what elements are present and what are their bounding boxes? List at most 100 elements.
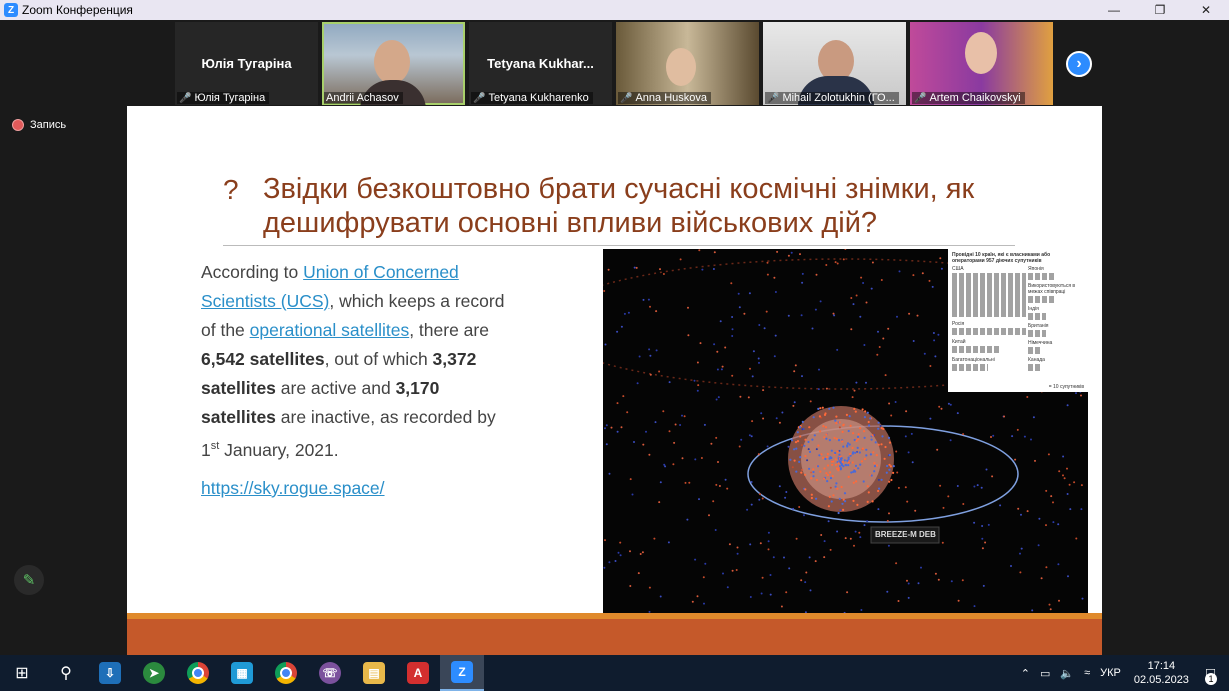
inset-country: Росія <box>952 321 965 327</box>
pencil-icon[interactable]: ✎ <box>14 565 44 595</box>
wifi-icon[interactable]: ≈ <box>1084 667 1090 679</box>
inset-country: Індія <box>1028 306 1039 312</box>
satellite-icons <box>952 364 988 371</box>
viber-icon[interactable]: ☏ <box>308 655 352 691</box>
close-button[interactable]: ✕ <box>1183 0 1229 20</box>
inset-header: Провідні 10 країн, які є власниками або … <box>952 252 1051 264</box>
satellite-icons <box>1028 273 1056 280</box>
inset-country: Канада <box>1028 357 1045 363</box>
participant-tile[interactable]: Юлія Тугаріна 🎤 Юлія Тугаріна <box>175 22 318 105</box>
participant-video <box>374 40 410 84</box>
chrome-profile-icon[interactable] <box>264 655 308 691</box>
clock-time: 17:14 <box>1147 660 1176 672</box>
slide-footer-bar <box>127 619 1102 655</box>
mic-muted-icon: 🎤 <box>767 92 780 104</box>
language-indicator[interactable]: УКР <box>1100 667 1121 679</box>
green-app-icon[interactable]: ➤ <box>132 655 176 691</box>
search-icon[interactable]: ⚲ <box>44 655 88 691</box>
minimize-button[interactable]: — <box>1091 0 1137 20</box>
windows-taskbar: ⊞ ⚲ ⇩ ➤ ▦ ☏ ▤ A Z ⌃ ▭ 🔈 ≈ УКР 17:14 02.0… <box>0 655 1229 691</box>
inset-country: Японія <box>1028 266 1044 272</box>
battery-icon[interactable]: ▭ <box>1040 667 1050 680</box>
body-text: , out of which <box>324 349 433 369</box>
participant-tile-active[interactable]: Andrii Achasov <box>322 22 465 105</box>
participant-name: Anna Huskova <box>635 92 707 104</box>
inset-right-column: Японія Використовуються в межах співпрац… <box>1028 266 1086 371</box>
satellite-icons <box>1028 296 1054 303</box>
body-text: are active and <box>275 378 396 398</box>
slide-body-text: According to Union of Concerned Scientis… <box>201 258 511 465</box>
participant-tile[interactable]: 🎤 Anna Huskova <box>616 22 759 105</box>
windows-start-icon[interactable]: ⊞ <box>0 655 44 691</box>
speaker-icon[interactable]: 🔈 <box>1060 667 1074 680</box>
notification-icon[interactable]: □1 <box>1205 665 1217 685</box>
inset-country: Китай <box>952 339 966 345</box>
mic-muted-icon: 🎤 <box>473 92 486 104</box>
question-mark: ? <box>223 174 239 205</box>
slide-title: Звідки безкоштовно брати сучасні космічн… <box>263 173 975 239</box>
inset-country: Німеччина <box>1028 340 1053 346</box>
window-controls: — ❐ ✕ <box>1091 0 1229 20</box>
satellite-countries-inset: Провідні 10 країн, які є власниками або … <box>948 249 1088 392</box>
chevron-up-icon[interactable]: ⌃ <box>1021 667 1030 680</box>
participant-video <box>965 32 997 74</box>
download-app-icon[interactable]: ⇩ <box>88 655 132 691</box>
participant-label: 🎤 Mihail Zolotukhin (ГО... <box>765 92 899 104</box>
inset-country: Використовуються в межах співпраці <box>1028 283 1076 295</box>
recording-indicator[interactable]: Запись <box>12 119 66 131</box>
total-satellites: 6,542 satellites <box>201 349 325 369</box>
participant-label: 🎤 Anna Huskova <box>618 92 711 104</box>
satellite-icons <box>952 273 1026 317</box>
satellite-icons <box>1028 330 1046 337</box>
participant-name: Юлія Тугаріна <box>194 92 266 104</box>
participant-name: Andrii Achasov <box>326 92 399 104</box>
inset-country: Британія <box>1028 323 1049 329</box>
participant-tile[interactable]: Tetyana Kukhar... 🎤 Tetyana Kukharenko <box>469 22 612 105</box>
body-text: According to <box>201 262 304 282</box>
participant-tile[interactable]: 🎤 Mihail Zolotukhin (ГО... <box>763 22 906 105</box>
zoom-icon: Z <box>4 3 18 17</box>
zoom-taskbar-icon[interactable]: Z <box>440 655 484 691</box>
participant-video <box>666 48 696 86</box>
shared-screen-slide: ? Звідки безкоштовно брати сучасні космі… <box>127 106 1102 655</box>
mic-muted-icon: 🎤 <box>179 92 192 104</box>
file-explorer-icon[interactable]: ▤ <box>352 655 396 691</box>
inset-left-column: США Росія Китай Багатонаціональні <box>952 266 1026 371</box>
inset-legend: = 10 супутників <box>1048 384 1084 390</box>
participant-name: Tetyana Kukharenko <box>488 92 589 104</box>
chrome-icon[interactable] <box>176 655 220 691</box>
operational-satellites-link[interactable]: operational satellites <box>250 320 410 340</box>
inset-country: Багатонаціональні <box>952 357 995 363</box>
participant-gallery: Юлія Тугаріна 🎤 Юлія Тугаріна Andrii Acha… <box>0 20 1229 106</box>
mic-muted-icon: 🎤 <box>620 92 633 104</box>
participant-label: 🎤 Tetyana Kukharenko <box>471 92 593 104</box>
system-tray: ⌃ ▭ 🔈 ≈ УКР 17:14 02.05.2023 □1 <box>1016 655 1229 691</box>
inset-country: США <box>952 266 964 272</box>
participant-big-name: Юлія Тугаріна <box>201 56 292 71</box>
satellite-icons <box>1028 313 1046 320</box>
clock-date: 02.05.2023 <box>1133 674 1189 686</box>
recording-label: Запись <box>30 119 67 131</box>
acrobat-icon[interactable]: A <box>396 655 440 691</box>
satellite-icons <box>952 346 1000 353</box>
participant-tile[interactable]: 🎤 Artem Chaikovskyi <box>910 22 1053 105</box>
title-bar: Z Zoom Конференция — ❐ ✕ <box>0 0 1229 20</box>
store-icon[interactable]: ▦ <box>220 655 264 691</box>
mic-muted-icon: 🎤 <box>914 92 927 104</box>
participant-big-name: Tetyana Kukhar... <box>487 56 594 71</box>
restore-button[interactable]: ❐ <box>1137 0 1183 20</box>
title-divider <box>223 245 1015 246</box>
clock[interactable]: 17:14 02.05.2023 <box>1134 659 1189 687</box>
object-label: BREEZE-M DEB <box>875 530 936 539</box>
notification-count: 1 <box>1205 672 1217 685</box>
satellite-icons <box>1028 364 1042 371</box>
participant-label: Andrii Achasov <box>324 92 403 104</box>
participant-label: 🎤 Artem Chaikovskyi <box>912 92 1025 104</box>
record-icon <box>12 119 24 131</box>
chevron-right-icon[interactable]: › <box>1066 51 1092 77</box>
sky-rogue-space-link[interactable]: https://sky.rogue.space/ <box>201 478 385 499</box>
satellite-icons <box>952 328 1026 335</box>
participant-label: 🎤 Юлія Тугаріна <box>177 92 270 104</box>
participant-name: Artem Chaikovskyi <box>929 92 1021 104</box>
body-text: , there are <box>409 320 489 340</box>
